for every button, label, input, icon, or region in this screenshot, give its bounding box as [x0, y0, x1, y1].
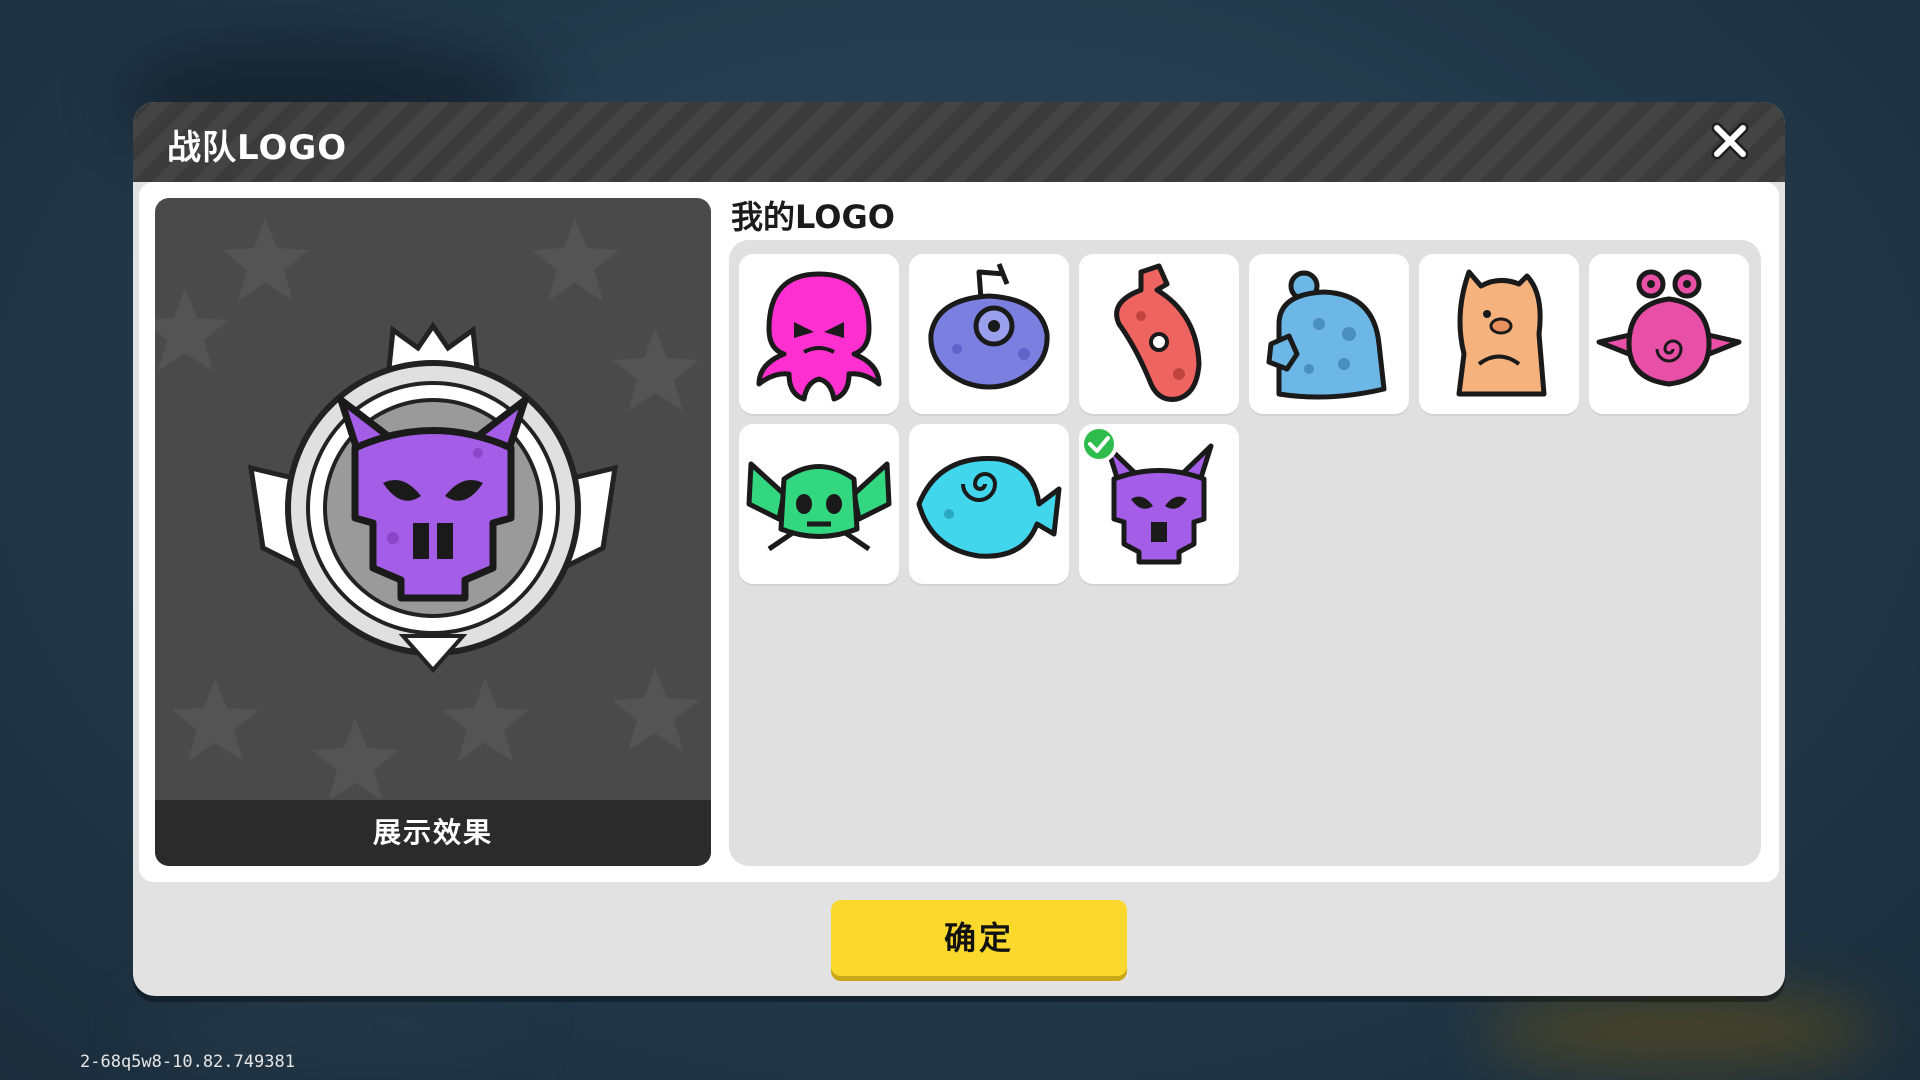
- orange-sitting-bear-icon: [1456, 269, 1547, 397]
- dialog-title: 战队LOGO: [167, 128, 348, 168]
- my-logo-title: 我的LOGO: [731, 198, 895, 236]
- logo-option-bottle[interactable]: [1079, 254, 1239, 414]
- logo-option-robot[interactable]: [1249, 254, 1409, 414]
- blue-robot-helmet-icon: [1266, 270, 1387, 400]
- preview-caption: 展示效果: [155, 800, 711, 866]
- green-winged-skull-icon: [746, 461, 892, 552]
- logo-option-fish[interactable]: [909, 424, 1069, 584]
- selected-check-icon: [1080, 425, 1118, 463]
- close-icon: [1711, 122, 1749, 160]
- pink-swirl-bug-icon: [1596, 269, 1742, 387]
- logo-option-purple-demon[interactable]: [1079, 424, 1239, 584]
- purple-ufo-blob-icon: [928, 263, 1050, 390]
- preview-emblem-icon: [247, 321, 619, 674]
- team-logo-dialog: 战队LOGO 展示效果 我的LOGO 确定: [133, 102, 1785, 996]
- red-bottle-creature-icon: [1114, 263, 1202, 402]
- logo-option-ufo[interactable]: [909, 254, 1069, 414]
- background-blob: [140, 1000, 520, 1060]
- pink-octopus-icon: [756, 271, 882, 402]
- dialog-header: 战队LOGO: [133, 102, 1785, 182]
- logo-option-bear[interactable]: [1419, 254, 1579, 414]
- logo-option-octopus[interactable]: [739, 254, 899, 414]
- close-button[interactable]: [1705, 116, 1755, 166]
- logo-option-bug[interactable]: [1589, 254, 1749, 414]
- logo-option-green-skull[interactable]: [739, 424, 899, 584]
- build-id-text: 2-68q5w8-10.82.749381: [80, 1052, 295, 1072]
- confirm-button[interactable]: 确定: [831, 900, 1127, 976]
- dialog-content: 展示效果 我的LOGO: [139, 182, 1779, 882]
- logo-grid: [729, 240, 1761, 866]
- logo-preview-panel: 展示效果: [155, 198, 711, 866]
- cyan-swirl-fish-icon: [916, 456, 1062, 559]
- background-blob: [1480, 990, 1880, 1070]
